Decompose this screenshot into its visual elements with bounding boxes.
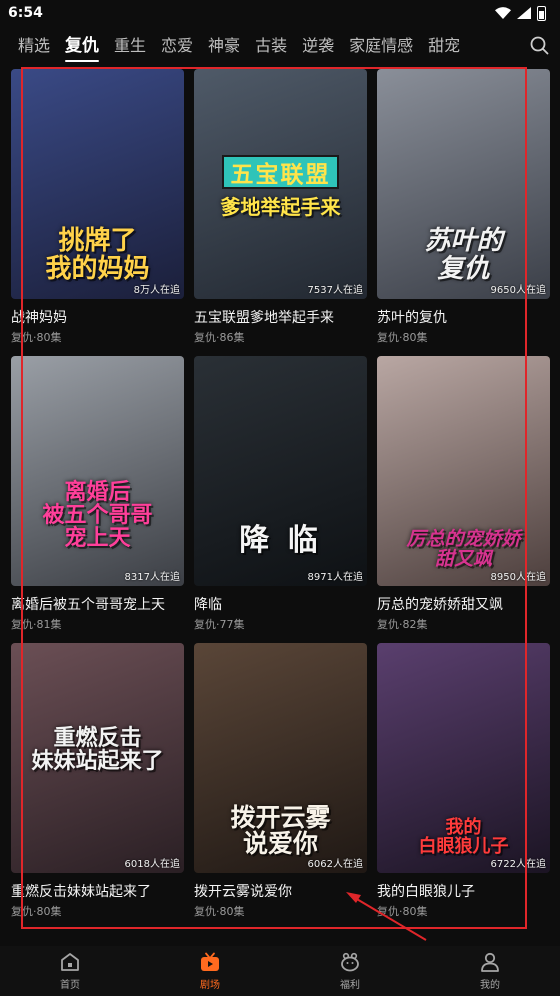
poster-title-art: 重燃反击 妹妹站起来了 [31, 725, 164, 775]
drama-meta: 复仇·82集 [377, 618, 428, 631]
follower-count: 7537人在追 [307, 285, 363, 296]
tab-tycoon[interactable]: 神豪 [208, 32, 240, 60]
poster-title-art: 厉总的宠娇娇 甜又飒 [406, 528, 521, 571]
drama-meta: 复仇·80集 [377, 905, 428, 918]
drama-card[interactable]: 我的 白眼狼儿子 6722人在追 我的白眼狼儿子 复仇·80集 [377, 643, 550, 930]
status-time: 6:54 [8, 5, 43, 21]
drama-title[interactable]: 厉总的宠娇娇甜又飒 [377, 595, 550, 615]
nav-profile[interactable]: 我的 [420, 946, 560, 996]
drama-grid: 挑牌了 我的妈妈 8万人在追 战神妈妈 复仇·80集 五宝联盟 爹地举起手来 7… [11, 69, 551, 930]
drama-title[interactable]: 我的白眼狼儿子 [377, 882, 550, 902]
drama-title[interactable]: 拨开云雾说爱你 [194, 882, 367, 902]
drama-card[interactable]: 五宝联盟 爹地举起手来 7537人在追 五宝联盟爹地举起手来 复仇·86集 [194, 69, 367, 356]
poster-title-art: 苏叶的 复仇 [424, 226, 503, 284]
tab-featured[interactable]: 精选 [18, 32, 50, 60]
follower-count: 6722人在追 [490, 859, 546, 870]
gift-icon [341, 952, 359, 972]
drama-title[interactable]: 离婚后被五个哥哥宠上天 [11, 595, 184, 615]
search-icon[interactable] [528, 34, 550, 56]
drama-poster[interactable]: 重燃反击 妹妹站起来了 6018人在追 [11, 643, 184, 873]
drama-title[interactable]: 苏叶的复仇 [377, 308, 550, 328]
poster-title-art: 离婚后 被五个哥哥 宠上天 [42, 478, 153, 551]
drama-poster[interactable]: 五宝联盟 爹地举起手来 7537人在追 [194, 69, 367, 299]
drama-meta: 复仇·86集 [194, 331, 245, 344]
poster-art [11, 356, 184, 586]
drama-card[interactable]: 拨开云雾 说爱你 6062人在追 拨开云雾说爱你 复仇·80集 [194, 643, 367, 930]
tab-family-drama[interactable]: 家庭情感 [349, 32, 413, 60]
drama-card[interactable]: 降 临 8971人在追 降临 复仇·77集 [194, 356, 367, 643]
drama-meta: 复仇·77集 [194, 618, 245, 631]
poster-badge: 五宝联盟 [222, 155, 339, 189]
poster-title-art: 挑牌了 我的妈妈 [45, 226, 150, 284]
follower-count: 8971人在追 [307, 572, 363, 583]
tab-costume[interactable]: 古装 [255, 32, 287, 60]
nav-theater[interactable]: 剧场 [140, 946, 280, 996]
poster-title-art: 爹地举起手来 [220, 195, 341, 219]
drama-poster[interactable]: 挑牌了 我的妈妈 8万人在追 [11, 69, 184, 299]
user-icon [481, 952, 499, 972]
home-icon [61, 953, 79, 971]
tab-rebirth[interactable]: 重生 [114, 32, 146, 60]
tab-sweet-romance[interactable]: 甜宠 [428, 32, 460, 60]
status-bar: 6:54 [0, 0, 560, 26]
tv-icon [201, 952, 219, 971]
nav-welfare-label: 福利 [340, 980, 360, 991]
wifi-icon [495, 7, 511, 19]
drama-card[interactable]: 苏叶的 复仇 9650人在追 苏叶的复仇 复仇·80集 [377, 69, 550, 356]
drama-title[interactable]: 重燃反击妹妹站起来了 [11, 882, 184, 902]
follower-count: 9650人在追 [490, 285, 546, 296]
nav-profile-label: 我的 [480, 980, 500, 991]
nav-home-label: 首页 [60, 980, 80, 991]
drama-poster[interactable]: 我的 白眼狼儿子 6722人在追 [377, 643, 550, 873]
drama-poster[interactable]: 厉总的宠娇娇 甜又飒 8950人在追 [377, 356, 550, 586]
poster-title-art: 拨开云雾 说爱你 [230, 802, 331, 858]
follower-count: 8950人在追 [490, 572, 546, 583]
drama-meta: 复仇·80集 [377, 331, 428, 344]
drama-card[interactable]: 挑牌了 我的妈妈 8万人在追 战神妈妈 复仇·80集 [11, 69, 184, 356]
nav-welfare[interactable]: 福利 [280, 946, 420, 996]
poster-title-art: 降 临 [239, 522, 322, 558]
drama-poster[interactable]: 拨开云雾 说爱你 6062人在追 [194, 643, 367, 873]
tab-revenge[interactable]: 复仇 [65, 32, 100, 62]
drama-poster[interactable]: 苏叶的 复仇 9650人在追 [377, 69, 550, 299]
follower-count: 6018人在追 [124, 859, 180, 870]
drama-meta: 复仇·80集 [194, 905, 245, 918]
signal-icon [517, 7, 531, 19]
tab-comeback[interactable]: 逆袭 [302, 32, 334, 60]
nav-theater-label: 剧场 [200, 980, 220, 991]
status-icons [495, 5, 546, 21]
nav-home[interactable]: 首页 [0, 946, 140, 996]
drama-meta: 复仇·81集 [11, 618, 62, 631]
follower-count: 8317人在追 [124, 572, 180, 583]
drama-meta: 复仇·80集 [11, 905, 62, 918]
category-tab-bar: 精选 复仇 重生 恋爱 神豪 古装 逆袭 家庭情感 甜宠 [0, 30, 560, 62]
drama-meta: 复仇·80集 [11, 331, 62, 344]
follower-count: 6062人在追 [307, 859, 363, 870]
drama-card[interactable]: 重燃反击 妹妹站起来了 6018人在追 重燃反击妹妹站起来了 复仇·80集 [11, 643, 184, 930]
drama-poster[interactable]: 降 临 8971人在追 [194, 356, 367, 586]
drama-title[interactable]: 战神妈妈 [11, 308, 184, 328]
poster-title-art: 我的 白眼狼儿子 [418, 817, 509, 858]
battery-icon [537, 5, 546, 21]
drama-title[interactable]: 五宝联盟爹地举起手来 [194, 308, 367, 328]
follower-count: 8万人在追 [133, 285, 180, 296]
drama-poster[interactable]: 离婚后 被五个哥哥 宠上天 8317人在追 [11, 356, 184, 586]
bottom-nav: 首页 剧场 福利 我的 [0, 946, 560, 996]
drama-card[interactable]: 离婚后 被五个哥哥 宠上天 8317人在追 离婚后被五个哥哥宠上天 复仇·81集 [11, 356, 184, 643]
drama-title[interactable]: 降临 [194, 595, 367, 615]
drama-card[interactable]: 厉总的宠娇娇 甜又飒 8950人在追 厉总的宠娇娇甜又飒 复仇·82集 [377, 356, 550, 643]
tab-romance[interactable]: 恋爱 [161, 32, 193, 60]
